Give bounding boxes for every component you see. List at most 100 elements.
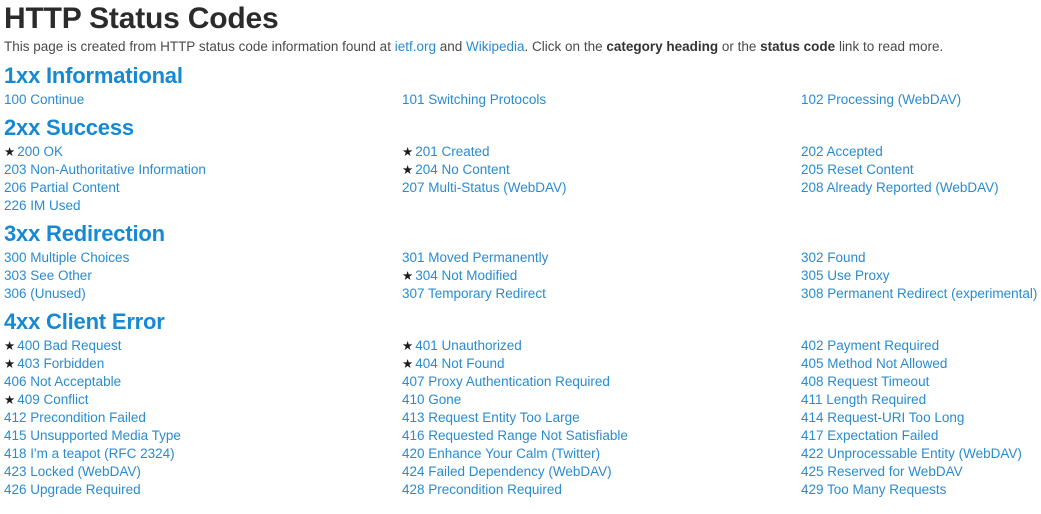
code-cell: 226 IM Used (4, 197, 402, 215)
section-heading[interactable]: 1xx Informational (4, 63, 1037, 88)
status-code-link[interactable]: 418 I'm a teapot (RFC 2324) (4, 446, 175, 461)
status-code-link[interactable]: 305 Use Proxy (801, 268, 890, 283)
code-cell: ★ 403 Forbidden (4, 355, 402, 373)
status-code-link[interactable]: 413 Request Entity Too Large (402, 410, 580, 425)
star-icon: ★ (402, 269, 414, 283)
code-cell: 402 Payment Required (801, 337, 1037, 355)
status-code-link[interactable]: 426 Upgrade Required (4, 482, 141, 497)
status-code-link[interactable]: 425 Reserved for WebDAV (801, 464, 963, 479)
status-code-link[interactable]: 412 Precondition Failed (4, 410, 146, 425)
status-code-link[interactable]: 226 IM Used (4, 198, 81, 213)
status-code-link[interactable]: 203 Non-Authoritative Information (4, 162, 206, 177)
code-cell: 406 Not Acceptable (4, 373, 402, 391)
sections-root: 1xx Informational 100 Continue 101 Switchi… (4, 63, 1037, 499)
status-code-link[interactable]: 400 Bad Request (17, 338, 121, 353)
status-code-link[interactable]: 404 Not Found (415, 356, 504, 371)
grid-spacer (801, 197, 1037, 215)
code-cell: ★ 404 Not Found (402, 355, 801, 373)
status-code-link[interactable]: 416 Requested Range Not Satisfiable (402, 428, 628, 443)
status-code-link[interactable]: 406 Not Acceptable (4, 374, 121, 389)
section-heading[interactable]: 2xx Success (4, 115, 1037, 140)
code-cell: 411 Length Required (801, 391, 1037, 409)
status-code-link[interactable]: 102 Processing (WebDAV) (801, 92, 961, 107)
status-code-link[interactable]: 301 Moved Permanently (402, 250, 548, 265)
status-code-link[interactable]: 407 Proxy Authentication Required (402, 374, 610, 389)
code-cell: 303 See Other (4, 267, 402, 285)
status-code-link[interactable]: 402 Payment Required (801, 338, 939, 353)
status-code-link[interactable]: 100 Continue (4, 92, 84, 107)
status-code-link[interactable]: 307 Temporary Redirect (402, 286, 546, 301)
status-code-link[interactable]: 411 Length Required (801, 392, 926, 407)
star-icon: ★ (402, 163, 414, 177)
status-code-link[interactable]: 302 Found (801, 250, 866, 265)
status-code-link[interactable]: 201 Created (415, 144, 489, 159)
status-code-link[interactable]: 206 Partial Content (4, 180, 120, 195)
status-code-link[interactable]: 422 Unprocessable Entity (WebDAV) (801, 446, 1022, 461)
status-code-link[interactable]: 428 Precondition Required (402, 482, 562, 497)
status-code-link[interactable]: 410 Gone (402, 392, 461, 407)
code-cell: 301 Moved Permanently (402, 249, 801, 267)
wikipedia-link[interactable]: Wikipedia (466, 39, 525, 54)
section-heading[interactable]: 3xx Redirection (4, 221, 1037, 246)
code-cell: 414 Request-URI Too Long (801, 409, 1037, 427)
status-code-link[interactable]: 303 See Other (4, 268, 92, 283)
page-title: HTTP Status Codes (4, 2, 279, 35)
code-cell: 405 Method Not Allowed (801, 355, 1037, 373)
status-code-link[interactable]: 415 Unsupported Media Type (4, 428, 181, 443)
section-3xx: 3xx Redirection 300 Multiple Choices 301 M… (4, 221, 1037, 303)
status-code-link[interactable]: 429 Too Many Requests (801, 482, 946, 497)
intro-text-4: or the (718, 39, 761, 54)
status-code-link[interactable]: 202 Accepted (801, 144, 883, 159)
status-code-link[interactable]: 405 Method Not Allowed (801, 356, 947, 371)
intro-text-5: link to read more. (835, 39, 944, 54)
page-container: HTTP Status Codes This page is created f… (0, 0, 1041, 499)
star-icon: ★ (4, 339, 16, 353)
status-code-link[interactable]: 423 Locked (WebDAV) (4, 464, 141, 479)
status-code-link[interactable]: 207 Multi-Status (WebDAV) (402, 180, 567, 195)
status-code-link[interactable]: 417 Expectation Failed (801, 428, 938, 443)
code-grid: ★ 400 Bad Request ★ 401 Unauthorized 402 Pay… (4, 337, 1037, 499)
star-icon: ★ (4, 145, 16, 159)
code-cell: ★ 400 Bad Request (4, 337, 402, 355)
code-grid: ★ 200 OK ★ 201 Created 202 Accepted 203 Non-A… (4, 143, 1037, 215)
code-cell: 412 Precondition Failed (4, 409, 402, 427)
code-cell: 100 Continue (4, 91, 402, 109)
status-code-link[interactable]: 414 Request-URI Too Long (801, 410, 964, 425)
code-cell: 306 (Unused) (4, 285, 402, 303)
status-code-link[interactable]: 208 Already Reported (WebDAV) (801, 180, 999, 195)
intro-bold-category-heading: category heading (606, 39, 719, 54)
ietf-link[interactable]: ietf.org (395, 39, 436, 54)
status-code-link[interactable]: 308 Permanent Redirect (experimental) (801, 286, 1037, 301)
status-code-link[interactable]: 300 Multiple Choices (4, 250, 129, 265)
status-code-link[interactable]: 401 Unauthorized (415, 338, 522, 353)
code-cell: 203 Non-Authoritative Information (4, 161, 402, 179)
status-code-link[interactable]: 205 Reset Content (801, 162, 914, 177)
code-cell: 424 Failed Dependency (WebDAV) (402, 463, 801, 481)
status-code-link[interactable]: 409 Conflict (17, 392, 88, 407)
section-heading[interactable]: 4xx Client Error (4, 309, 1037, 334)
status-code-link[interactable]: 420 Enhance Your Calm (Twitter) (402, 446, 600, 461)
status-code-link[interactable]: 304 Not Modified (415, 268, 517, 283)
star-icon: ★ (402, 145, 414, 159)
code-cell: 206 Partial Content (4, 179, 402, 197)
code-cell: 102 Processing (WebDAV) (801, 91, 1037, 109)
status-code-link[interactable]: 408 Request Timeout (801, 374, 929, 389)
code-cell: 205 Reset Content (801, 161, 1037, 179)
code-cell: 410 Gone (402, 391, 801, 409)
status-code-link[interactable]: 204 No Content (415, 162, 510, 177)
status-code-link[interactable]: 424 Failed Dependency (WebDAV) (402, 464, 612, 479)
code-cell: 302 Found (801, 249, 1037, 267)
code-cell: 300 Multiple Choices (4, 249, 402, 267)
intro-bold-status-code: status code (760, 39, 836, 54)
code-cell: 418 I'm a teapot (RFC 2324) (4, 445, 402, 463)
code-cell: ★ 204 No Content (402, 161, 801, 179)
star-icon: ★ (402, 357, 414, 371)
code-cell: 428 Precondition Required (402, 481, 801, 499)
status-code-link[interactable]: 306 (Unused) (4, 286, 86, 301)
status-code-link[interactable]: 200 OK (17, 144, 63, 159)
code-cell: 425 Reserved for WebDAV (801, 463, 1037, 481)
status-code-link[interactable]: 101 Switching Protocols (402, 92, 546, 107)
code-cell: 101 Switching Protocols (402, 91, 801, 109)
code-cell: 202 Accepted (801, 143, 1037, 161)
status-code-link[interactable]: 403 Forbidden (17, 356, 104, 371)
